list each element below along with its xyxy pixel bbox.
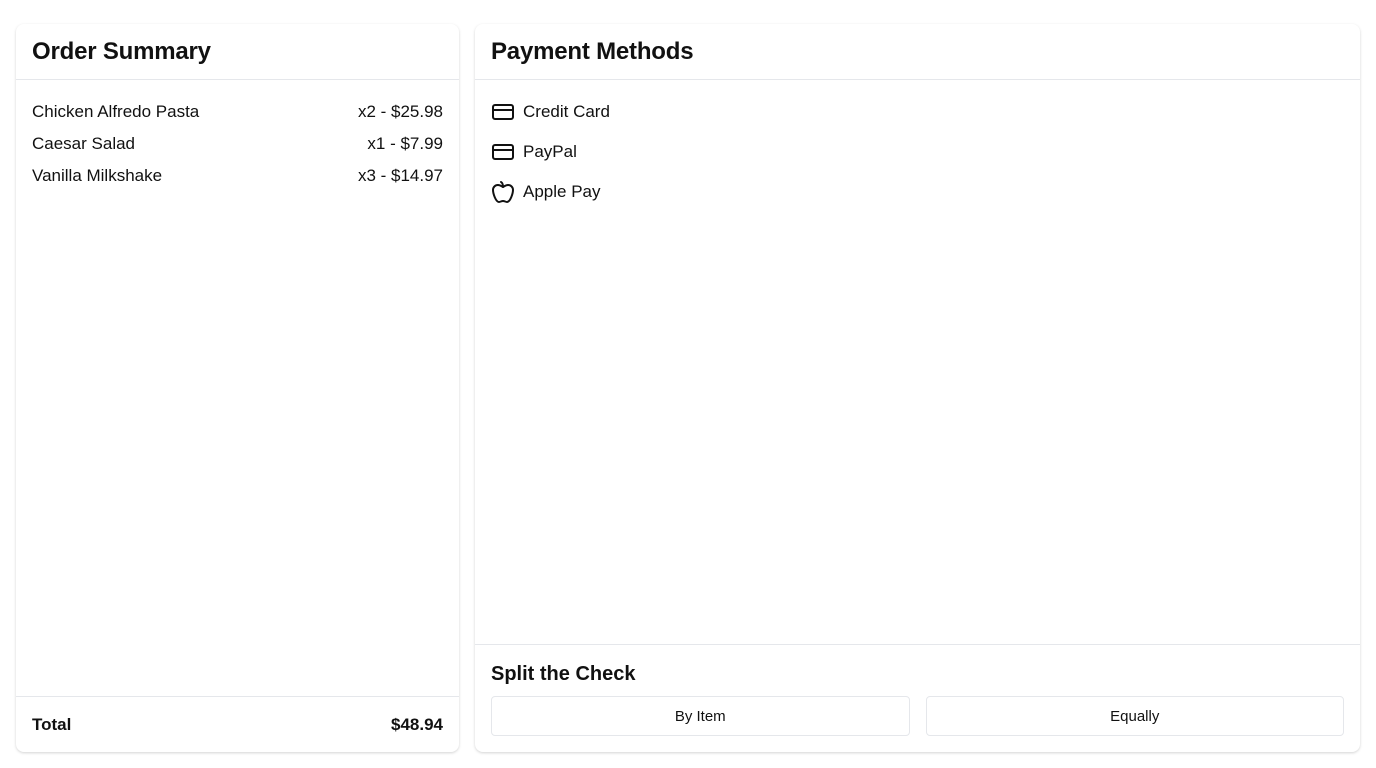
order-total-row: Total $48.94 — [16, 696, 459, 752]
credit-card-icon — [491, 140, 515, 164]
order-item: Caesar Salad x1 - $7.99 — [32, 128, 443, 160]
payment-method-label: Credit Card — [523, 102, 610, 121]
split-check-buttons: By Item Equally — [491, 696, 1344, 736]
payment-method-apple-pay[interactable]: Apple Pay — [491, 172, 1344, 212]
payment-method-paypal[interactable]: PayPal — [491, 132, 1344, 172]
payment-methods-header: Payment Methods — [475, 24, 1360, 80]
split-by-item-button[interactable]: By Item — [491, 696, 910, 736]
order-total-label: Total — [32, 714, 72, 734]
order-summary-header: Order Summary — [16, 24, 459, 80]
payment-method-label: PayPal — [523, 142, 577, 161]
order-summary-card: Order Summary Chicken Alfredo Pasta x2 -… — [16, 24, 459, 752]
payment-methods-card: Payment Methods Credit Card PayPal Apple… — [475, 24, 1360, 752]
order-item-detail: x2 - $25.98 — [357, 102, 443, 121]
order-item: Vanilla Milkshake x3 - $14.97 — [32, 160, 443, 192]
checkout-page: Order Summary Chicken Alfredo Pasta x2 -… — [0, 0, 1376, 768]
payment-methods-list: Credit Card PayPal Apple Pay — [475, 80, 1360, 644]
payment-method-label: Apple Pay — [523, 182, 601, 201]
order-item-name: Chicken Alfredo Pasta — [32, 102, 200, 121]
order-summary-title: Order Summary — [32, 37, 211, 65]
split-check-title: Split the Check — [491, 663, 636, 685]
split-equally-button[interactable]: Equally — [925, 696, 1344, 736]
order-items-list: Chicken Alfredo Pasta x2 - $25.98 Caesar… — [16, 80, 459, 696]
payment-methods-title: Payment Methods — [491, 37, 694, 65]
order-item-detail: x1 - $7.99 — [367, 134, 443, 153]
payment-method-credit-card[interactable]: Credit Card — [491, 92, 1344, 132]
apple-icon — [491, 180, 515, 204]
order-item: Chicken Alfredo Pasta x2 - $25.98 — [32, 96, 443, 128]
order-total-value: $48.94 — [391, 714, 443, 734]
order-item-name: Vanilla Milkshake — [32, 166, 163, 185]
split-check-section: Split the Check By Item Equally — [475, 644, 1360, 752]
credit-card-icon — [491, 100, 515, 124]
order-item-name: Caesar Salad — [32, 134, 136, 153]
order-item-detail: x3 - $14.97 — [357, 166, 443, 185]
